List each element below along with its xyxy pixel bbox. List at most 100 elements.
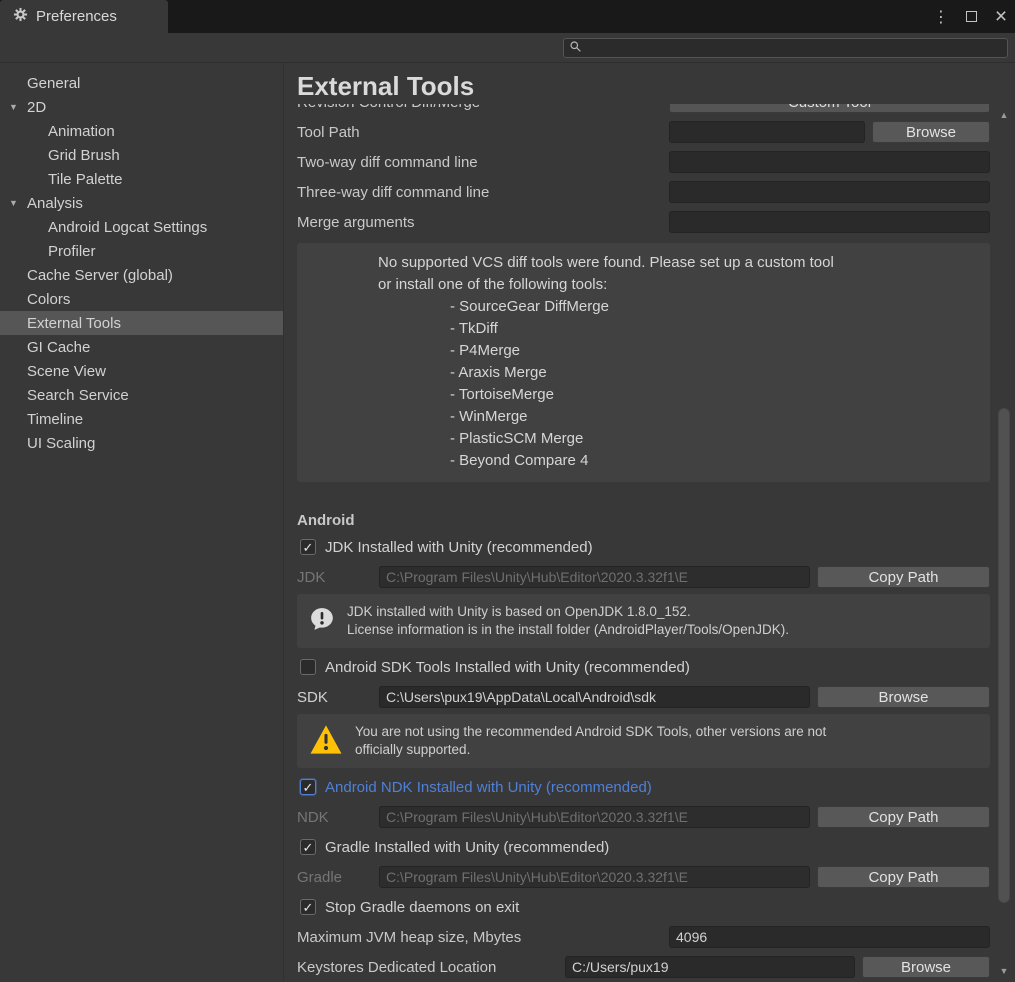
two-way-diff-input[interactable] <box>669 151 990 173</box>
jdk-installed-checkbox[interactable]: ✓ <box>300 539 316 555</box>
tool-path-label: Tool Path <box>297 124 669 141</box>
sidebar-item-timeline[interactable]: Timeline <box>0 407 283 431</box>
close-icon[interactable]: × <box>993 9 1009 25</box>
sdk-path-input[interactable] <box>379 686 810 708</box>
gear-icon <box>13 7 28 26</box>
tool-path-input[interactable] <box>669 121 865 143</box>
window-title: Preferences <box>36 8 117 25</box>
tool-path-row: Tool Path Browse <box>297 117 990 147</box>
sdk-path-label: SDK <box>297 689 379 706</box>
keystores-location-input[interactable] <box>565 956 855 978</box>
info-icon <box>309 606 335 636</box>
sidebar-item-profiler[interactable]: Profiler <box>0 239 283 263</box>
three-way-diff-row: Three-way diff command line <box>297 177 990 207</box>
sidebar-item-analysis[interactable]: ▼Analysis <box>0 191 283 215</box>
merge-arguments-input[interactable] <box>669 211 990 233</box>
vcs-tool-item: - SourceGear DiffMerge <box>450 296 980 318</box>
settings-sidebar: General ▼2D Animation Grid Brush Tile Pa… <box>0 63 283 981</box>
search-field[interactable] <box>563 38 1008 58</box>
sidebar-item-ui-scaling[interactable]: UI Scaling <box>0 431 283 455</box>
vcs-tool-item: - PlasticSCM Merge <box>450 428 980 450</box>
page-title: External Tools <box>297 63 990 104</box>
vcs-help-text: No supported VCS diff tools were found. … <box>378 252 980 274</box>
keystores-location-row: Keystores Dedicated Location Browse <box>297 952 990 982</box>
revision-control-row: Revision Control Diff/Merge Custom Tool <box>297 104 990 117</box>
vcs-tool-item: - P4Merge <box>450 340 980 362</box>
android-section-header: Android <box>297 512 990 532</box>
jvm-heap-input[interactable] <box>669 926 990 948</box>
sidebar-item-animation[interactable]: Animation <box>0 119 283 143</box>
sidebar-item-grid-brush[interactable]: Grid Brush <box>0 143 283 167</box>
vcs-tool-list: - SourceGear DiffMerge - TkDiff - P4Merg… <box>450 296 980 472</box>
stop-gradle-daemons-label: Stop Gradle daemons on exit <box>325 899 519 916</box>
sdk-browse-button[interactable]: Browse <box>817 686 990 708</box>
revision-control-label: Revision Control Diff/Merge <box>297 104 669 111</box>
ndk-path-row: NDK C:\Program Files\Unity\Hub\Editor\20… <box>297 802 990 832</box>
keystores-browse-button[interactable]: Browse <box>862 956 990 978</box>
sidebar-item-search-service[interactable]: Search Service <box>0 383 283 407</box>
search-input[interactable] <box>586 41 1002 56</box>
keystores-location-label: Keystores Dedicated Location <box>297 959 565 976</box>
jdk-path-label: JDK <box>297 569 379 586</box>
revision-control-dropdown[interactable]: Custom Tool <box>669 104 990 113</box>
sidebar-item-android-logcat-settings[interactable]: Android Logcat Settings <box>0 215 283 239</box>
merge-arguments-label: Merge arguments <box>297 214 669 231</box>
vcs-tool-item: - Beyond Compare 4 <box>450 450 980 472</box>
gradle-path-field: C:\Program Files\Unity\Hub\Editor\2020.3… <box>379 866 810 888</box>
three-way-diff-input[interactable] <box>669 181 990 203</box>
sdk-warning-text: You are not using the recommended Androi… <box>355 723 826 759</box>
jdk-path-row: JDK C:\Program Files\Unity\Hub\Editor\20… <box>297 562 990 592</box>
scrollbar-thumb[interactable] <box>998 408 1010 903</box>
check-icon: ✓ <box>303 781 314 794</box>
kebab-menu-icon[interactable]: ⋮ <box>933 9 949 25</box>
sidebar-item-colors[interactable]: Colors <box>0 287 283 311</box>
stop-gradle-daemons-checkbox[interactable]: ✓ <box>300 899 316 915</box>
sidebar-item-cache-server[interactable]: Cache Server (global) <box>0 263 283 287</box>
gradle-copy-path-button[interactable]: Copy Path <box>817 866 990 888</box>
three-way-diff-label: Three-way diff command line <box>297 184 669 201</box>
sidebar-item-scene-view[interactable]: Scene View <box>0 359 283 383</box>
preferences-tab[interactable]: Preferences <box>0 0 168 33</box>
vcs-tool-item: - TortoiseMerge <box>450 384 980 406</box>
stop-gradle-daemons-row: ✓ Stop Gradle daemons on exit <box>297 892 990 922</box>
check-icon: ✓ <box>303 541 314 554</box>
tool-path-browse-button[interactable]: Browse <box>872 121 990 143</box>
ndk-installed-label: Android NDK Installed with Unity (recomm… <box>325 779 652 796</box>
check-icon: ✓ <box>303 841 314 854</box>
ndk-path-label: NDK <box>297 809 379 826</box>
maximize-icon[interactable] <box>963 9 979 25</box>
vertical-scrollbar[interactable]: ▲ ▼ <box>995 108 1013 978</box>
jdk-info-text: JDK installed with Unity is based on Ope… <box>347 603 789 639</box>
scroll-up-icon[interactable]: ▲ <box>995 108 1013 122</box>
vcs-tool-item: - TkDiff <box>450 318 980 340</box>
gradle-installed-label: Gradle Installed with Unity (recommended… <box>325 839 609 856</box>
ndk-installed-checkbox[interactable]: ✓ <box>300 779 316 795</box>
gradle-path-label: Gradle <box>297 869 379 886</box>
sdk-installed-row: Android SDK Tools Installed with Unity (… <box>297 652 990 682</box>
toolbar <box>0 33 1015 63</box>
check-icon: ✓ <box>303 901 314 914</box>
sidebar-item-external-tools[interactable]: External Tools <box>0 311 283 335</box>
sdk-installed-checkbox[interactable] <box>300 659 316 675</box>
jvm-heap-label: Maximum JVM heap size, Mbytes <box>297 929 669 946</box>
jdk-installed-row: ✓ JDK Installed with Unity (recommended) <box>297 532 990 562</box>
vcs-help-box: No supported VCS diff tools were found. … <box>297 243 990 482</box>
sidebar-item-tile-palette[interactable]: Tile Palette <box>0 167 283 191</box>
sidebar-item-general[interactable]: General <box>0 71 283 95</box>
vcs-tool-item: - Araxis Merge <box>450 362 980 384</box>
sdk-warning-box: You are not using the recommended Androi… <box>297 714 990 768</box>
chevron-down-icon[interactable]: ▼ <box>9 198 18 208</box>
sidebar-item-2d[interactable]: ▼2D <box>0 95 283 119</box>
gradle-path-row: Gradle C:\Program Files\Unity\Hub\Editor… <box>297 862 990 892</box>
gradle-installed-checkbox[interactable]: ✓ <box>300 839 316 855</box>
gradle-installed-row: ✓ Gradle Installed with Unity (recommend… <box>297 832 990 862</box>
ndk-copy-path-button[interactable]: Copy Path <box>817 806 990 828</box>
jdk-copy-path-button[interactable]: Copy Path <box>817 566 990 588</box>
chevron-down-icon[interactable]: ▼ <box>9 102 18 112</box>
two-way-diff-label: Two-way diff command line <box>297 154 669 171</box>
sidebar-item-gi-cache[interactable]: GI Cache <box>0 335 283 359</box>
ndk-installed-row: ✓ Android NDK Installed with Unity (reco… <box>297 772 990 802</box>
jdk-path-field: C:\Program Files\Unity\Hub\Editor\2020.3… <box>379 566 810 588</box>
scroll-down-icon[interactable]: ▼ <box>995 964 1013 978</box>
jdk-info-box: JDK installed with Unity is based on Ope… <box>297 594 990 648</box>
